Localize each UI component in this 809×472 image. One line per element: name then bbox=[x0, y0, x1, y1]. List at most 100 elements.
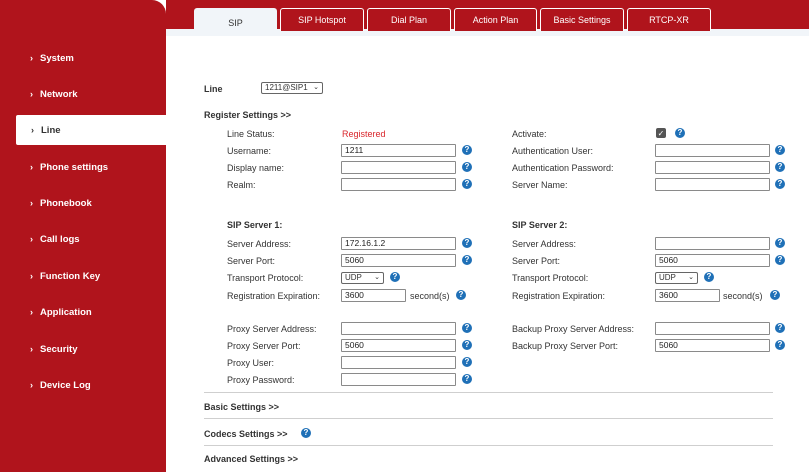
sip2-address-field[interactable] bbox=[655, 237, 770, 250]
sip1-transport-select[interactable]: UDP ⌄ bbox=[341, 272, 384, 284]
sip1-address-label: Server Address: bbox=[227, 239, 292, 249]
sidebar-item-network[interactable]: › Network bbox=[0, 79, 166, 109]
line-label: Line bbox=[204, 84, 223, 94]
help-icon[interactable]: ? bbox=[462, 145, 472, 155]
tab-rtcp-xr[interactable]: RTCP-XR bbox=[627, 8, 711, 31]
sidebar: › System › Network › Line › Phone settings ›… bbox=[0, 0, 166, 472]
help-icon[interactable]: ? bbox=[770, 290, 780, 300]
line-status-value: Registered bbox=[342, 129, 386, 139]
proxy-address-label: Proxy Server Address: bbox=[227, 324, 317, 334]
proxy-port-field[interactable]: 5060 bbox=[341, 339, 456, 352]
sidebar-item-label: Call logs bbox=[40, 233, 80, 245]
sidebar-item-call-logs[interactable]: › Call logs bbox=[0, 224, 166, 254]
activate-checkbox[interactable]: ✓ bbox=[656, 128, 666, 138]
sip-server-2-title: SIP Server 2: bbox=[512, 220, 568, 230]
chevron-right-icon: › bbox=[30, 271, 33, 281]
help-icon[interactable]: ? bbox=[462, 357, 472, 367]
help-icon[interactable]: ? bbox=[704, 272, 714, 282]
help-icon[interactable]: ? bbox=[462, 179, 472, 189]
backup-proxy-address-field[interactable] bbox=[655, 322, 770, 335]
sip2-port-label: Server Port: bbox=[512, 256, 561, 266]
chevron-right-icon: › bbox=[30, 344, 33, 354]
sip-server-1-title: SIP Server 1: bbox=[227, 220, 283, 230]
chevron-right-icon: › bbox=[30, 89, 33, 99]
help-icon[interactable]: ? bbox=[462, 162, 472, 172]
help-icon[interactable]: ? bbox=[775, 340, 785, 350]
codecs-settings-header[interactable]: Codecs Settings >> bbox=[204, 429, 288, 439]
help-icon[interactable]: ? bbox=[301, 428, 311, 438]
help-icon[interactable]: ? bbox=[775, 145, 785, 155]
register-settings-header[interactable]: Register Settings >> bbox=[204, 110, 291, 120]
help-icon[interactable]: ? bbox=[775, 162, 785, 172]
proxy-password-field[interactable] bbox=[341, 373, 456, 386]
sip1-expiration-field[interactable]: 3600 bbox=[341, 289, 406, 302]
username-field[interactable]: 1211 bbox=[341, 144, 456, 157]
chevron-down-icon: ⌄ bbox=[688, 274, 694, 281]
sip1-transport-value: UDP bbox=[345, 273, 362, 282]
help-icon[interactable]: ? bbox=[775, 255, 785, 265]
help-icon[interactable]: ? bbox=[775, 179, 785, 189]
sip2-expiration-unit: second(s) bbox=[723, 291, 763, 301]
sidebar-item-application[interactable]: › Application bbox=[0, 297, 166, 327]
help-icon[interactable]: ? bbox=[675, 128, 685, 138]
display-name-label: Display name: bbox=[227, 163, 285, 173]
sip2-expiration-label: Registration Expiration: bbox=[512, 291, 606, 301]
chevron-right-icon: › bbox=[30, 198, 33, 208]
sidebar-item-system[interactable]: › System bbox=[0, 43, 166, 73]
sip2-expiration-field[interactable]: 3600 bbox=[655, 289, 720, 302]
sip1-port-field[interactable]: 5060 bbox=[341, 254, 456, 267]
sidebar-item-label: Phonebook bbox=[40, 197, 92, 209]
tab-sip-hotspot[interactable]: SIP Hotspot bbox=[280, 8, 364, 31]
sidebar-item-phone-settings[interactable]: › Phone settings bbox=[0, 152, 166, 182]
auth-user-field[interactable] bbox=[655, 144, 770, 157]
sip2-transport-select[interactable]: UDP ⌄ bbox=[655, 272, 698, 284]
auth-password-field[interactable] bbox=[655, 161, 770, 174]
proxy-address-field[interactable] bbox=[341, 322, 456, 335]
chevron-right-icon: › bbox=[31, 125, 34, 135]
sidebar-item-label: Line bbox=[41, 124, 61, 136]
help-icon[interactable]: ? bbox=[462, 340, 472, 350]
proxy-user-field[interactable] bbox=[341, 356, 456, 369]
basic-settings-header[interactable]: Basic Settings >> bbox=[204, 402, 279, 412]
display-name-field[interactable] bbox=[341, 161, 456, 174]
sidebar-item-label: Application bbox=[40, 306, 92, 318]
help-icon[interactable]: ? bbox=[775, 323, 785, 333]
tab-action-plan[interactable]: Action Plan bbox=[454, 8, 537, 31]
sip1-port-label: Server Port: bbox=[227, 256, 276, 266]
sidebar-item-device-log[interactable]: › Device Log bbox=[0, 370, 166, 400]
sip1-address-field[interactable]: 172.16.1.2 bbox=[341, 237, 456, 250]
help-icon[interactable]: ? bbox=[462, 323, 472, 333]
help-icon[interactable]: ? bbox=[456, 290, 466, 300]
sidebar-item-phonebook[interactable]: › Phonebook bbox=[0, 188, 166, 218]
tab-sip[interactable]: SIP bbox=[194, 8, 277, 36]
advanced-settings-header[interactable]: Advanced Settings >> bbox=[204, 454, 298, 464]
sip2-port-field[interactable]: 5060 bbox=[655, 254, 770, 267]
server-name-field[interactable] bbox=[655, 178, 770, 191]
sidebar-item-line[interactable]: › Line bbox=[16, 115, 166, 145]
line-status-label: Line Status: bbox=[227, 129, 275, 139]
backup-proxy-port-label: Backup Proxy Server Port: bbox=[512, 341, 619, 351]
help-icon[interactable]: ? bbox=[462, 374, 472, 384]
sidebar-item-security[interactable]: › Security bbox=[0, 334, 166, 364]
tab-basic-settings[interactable]: Basic Settings bbox=[540, 8, 624, 31]
sidebar-item-label: Phone settings bbox=[40, 161, 109, 173]
sip2-transport-label: Transport Protocol: bbox=[512, 273, 589, 283]
activate-label: Activate: bbox=[512, 129, 547, 139]
sidebar-item-label: Network bbox=[40, 88, 78, 100]
sidebar-item-function-key[interactable]: › Function Key bbox=[0, 261, 166, 291]
help-icon[interactable]: ? bbox=[462, 238, 472, 248]
line-select[interactable]: 1211@SIP1 ⌄ bbox=[261, 82, 323, 94]
divider bbox=[204, 392, 773, 393]
chevron-right-icon: › bbox=[30, 307, 33, 317]
proxy-port-label: Proxy Server Port: bbox=[227, 341, 301, 351]
help-icon[interactable]: ? bbox=[775, 238, 785, 248]
help-icon[interactable]: ? bbox=[462, 255, 472, 265]
chevron-down-icon: ⌄ bbox=[313, 84, 319, 91]
help-icon[interactable]: ? bbox=[390, 272, 400, 282]
backup-proxy-port-field[interactable]: 5060 bbox=[655, 339, 770, 352]
realm-field[interactable] bbox=[341, 178, 456, 191]
realm-label: Realm: bbox=[227, 180, 256, 190]
sip2-address-label: Server Address: bbox=[512, 239, 577, 249]
chevron-right-icon: › bbox=[30, 234, 33, 244]
tab-dial-plan[interactable]: Dial Plan bbox=[367, 8, 451, 31]
